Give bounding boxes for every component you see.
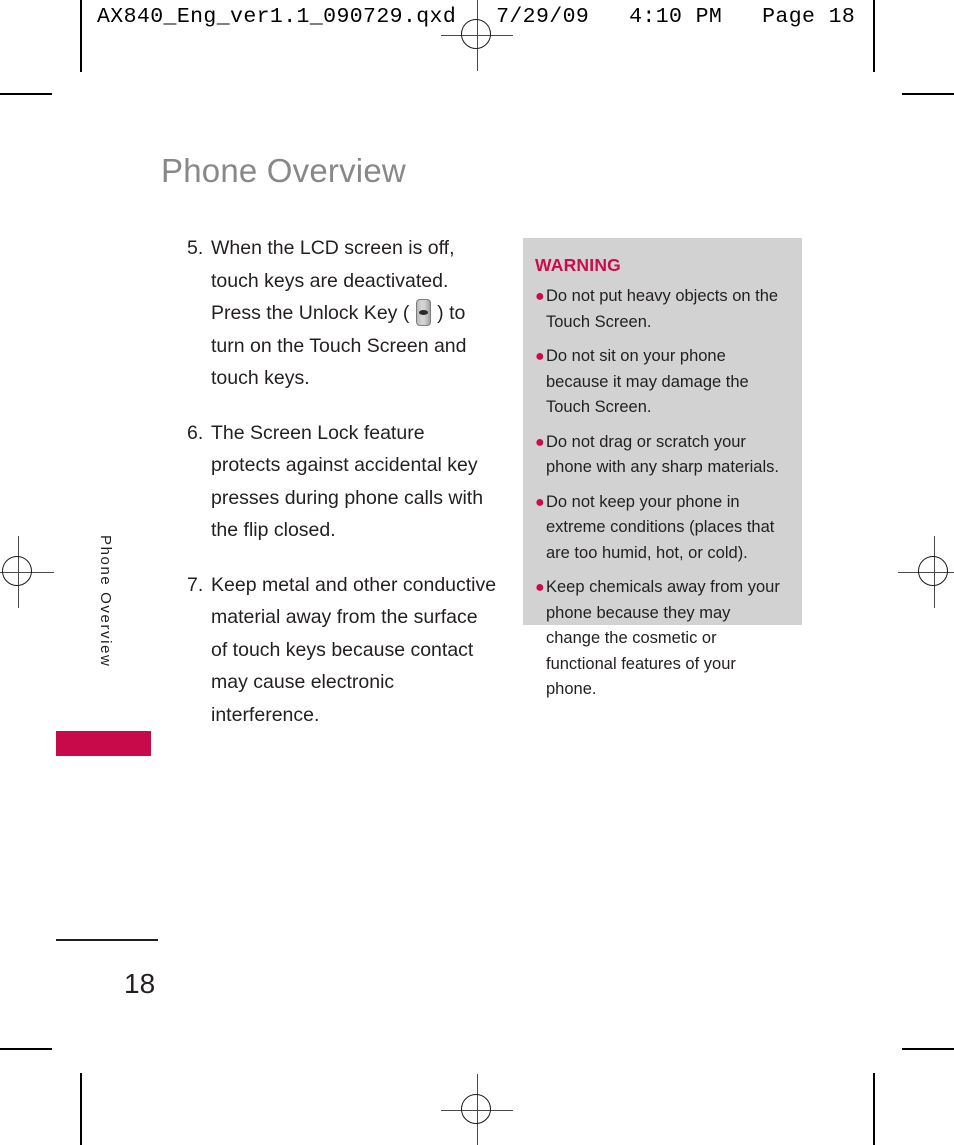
warning-bullet-icon: ● [535, 579, 545, 596]
warning-item-text: Keep chemicals away from your phone beca… [546, 578, 780, 698]
print-job-header: AX840_Eng_ver1.1_090729.qxd 7/29/09 4:10… [97, 5, 856, 29]
list-item: 7. Keep metal and other conductive mater… [187, 569, 499, 732]
warning-list-item: ● Do not keep your phone in extreme cond… [535, 490, 788, 567]
warning-title: WARNING [535, 255, 621, 275]
warning-item-text: Do not put heavy objects on the Touch Sc… [546, 287, 779, 331]
crop-mark-top-left-horizontal [0, 93, 52, 95]
crop-mark-bottom-left-horizontal [0, 1048, 52, 1050]
crop-mark-top-left-vertical [80, 0, 82, 72]
page-number: 18 [124, 968, 156, 999]
registration-mark-left [0, 536, 54, 608]
unlock-key-icon [415, 299, 431, 326]
page-title: Phone Overview [161, 152, 406, 189]
list-item-text: The Screen Lock feature protects against… [211, 421, 484, 542]
warning-bullet-icon: ● [535, 493, 545, 511]
list-item-text: When the LCD screen is off, touch keys a… [211, 232, 499, 395]
crop-mark-top-right-vertical [873, 0, 875, 72]
warning-list-item: ● Do not sit on your phone because it ma… [535, 344, 788, 421]
registration-mark-bottom [441, 1074, 513, 1145]
warning-bullet-icon: ● [535, 348, 545, 365]
list-item: 5. When the LCD screen is off, touch key… [187, 232, 499, 395]
list-item: 6. The Screen Lock feature protects agai… [187, 417, 499, 547]
list-item-number: 7. [187, 573, 204, 596]
side-tab-marker [56, 731, 151, 756]
side-tab-label: Phone Overview [97, 535, 114, 668]
footer-divider [56, 939, 158, 941]
crop-mark-top-right-horizontal [902, 93, 954, 95]
warning-item-text: Do not keep your phone in extreme condit… [546, 492, 775, 562]
warning-list-item: ● Keep chemicals away from your phone be… [535, 575, 788, 703]
warning-list-item: ● Do not drag or scratch your phone with… [535, 430, 788, 481]
list-item-text: Keep metal and other conductive material… [211, 573, 497, 726]
warning-callout-box: WARNING ● Do not put heavy objects on th… [523, 238, 802, 698]
list-item-number: 5. [187, 237, 204, 259]
warning-item-text: Do not sit on your phone because it may … [546, 347, 749, 416]
instruction-list: 5. When the LCD screen is off, touch key… [187, 232, 499, 753]
registration-mark-right [898, 536, 954, 608]
printed-page-canvas: AX840_Eng_ver1.1_090729.qxd 7/29/09 4:10… [0, 0, 954, 1145]
warning-list-item: ● Do not put heavy objects on the Touch … [535, 284, 788, 335]
crop-mark-bottom-left-vertical [80, 1073, 82, 1145]
crop-mark-bottom-right-horizontal [902, 1048, 954, 1050]
warning-bullet-icon: ● [535, 288, 545, 305]
warning-item-text: Do not drag or scratch your phone with a… [546, 432, 779, 477]
crop-mark-bottom-right-vertical [873, 1073, 875, 1145]
list-item-number: 6. [187, 421, 204, 444]
warning-bullet-icon: ● [535, 433, 545, 451]
